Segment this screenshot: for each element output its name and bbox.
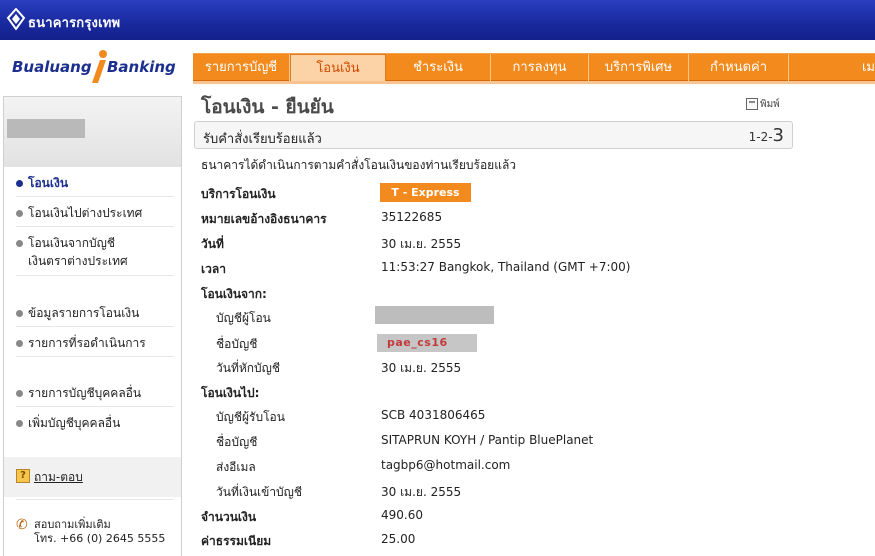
section-to: โอนเงินไป: xyxy=(0,382,875,402)
masked-username xyxy=(7,119,85,138)
printer-icon xyxy=(746,98,758,110)
from-name-label: ชื่อบัญชี xyxy=(216,337,258,351)
date-value: 30 เม.ย. 2555 xyxy=(381,237,462,251)
fee-label: ค่าธรรมเนียม xyxy=(201,534,272,548)
confirmation-message: ธนาคารได้ดำเนินการตามคำสั่งโอนเงินของท่า… xyxy=(201,158,517,172)
brand-right: Banking xyxy=(107,58,176,76)
masked-from-name: pae_cs16 xyxy=(377,334,477,352)
brand-left: Bualuang xyxy=(12,58,92,76)
email-label: ส่งอีเมล xyxy=(216,460,256,474)
status-bar: รับคำสั่งเรียบร้อยแล้ว 1-2-3 xyxy=(194,121,793,149)
detail-row-fee: ค่าธรรมเนียม 25.00 xyxy=(0,530,875,550)
email-value: tagbp6@hotmail.com xyxy=(381,458,511,472)
to-account-value: SCB 4031806465 xyxy=(381,408,486,422)
detail-row-time: เวลา 11:53:27 Bangkok, Thailand (GMT +7:… xyxy=(0,258,875,278)
detail-row-credit-date: วันที่เงินเข้าบัญชี 30 เม.ย. 2555 xyxy=(0,481,875,501)
bank-logo-icon xyxy=(6,8,26,30)
detail-row-to-account: บัญชีผู้รับโอน SCB 4031806465 xyxy=(0,406,875,426)
reference-label: หมายเลขอ้างอิงธนาคาร xyxy=(201,212,327,226)
masked-from-account xyxy=(375,306,494,324)
debit-date-label: วันที่หักบัญชี xyxy=(216,361,281,375)
print-button[interactable]: พิมพ์ xyxy=(746,97,780,112)
amount-value: 490.60 xyxy=(381,508,423,522)
tab-accounts[interactable]: รายการบัญชี xyxy=(193,54,290,81)
tab-payment[interactable]: ชำระเงิน xyxy=(386,54,491,81)
time-value: 11:53:27 Bangkok, Thailand (GMT +7:00) xyxy=(381,260,631,274)
bank-name: ธนาคารกรุงเทพ xyxy=(28,16,121,31)
detail-row-date: วันที่ 30 เม.ย. 2555 xyxy=(0,233,875,253)
status-label: รับคำสั่งเรียบร้อยแล้ว xyxy=(203,132,322,147)
tab-investment[interactable]: การลงทุน xyxy=(491,54,589,81)
current-step: 3 xyxy=(772,125,784,146)
detail-row-amount: จำนวนเงิน 490.60 xyxy=(0,506,875,526)
section-from: โอนเงินจาก: xyxy=(0,283,875,303)
date-label: วันที่ xyxy=(201,237,224,251)
tab-special-services[interactable]: บริการพิเศษ xyxy=(589,54,689,81)
detail-row-reference: หมายเลขอ้างอิงธนาคาร 35122685 xyxy=(0,208,875,228)
from-name-value: pae_cs16 xyxy=(387,336,448,349)
service-label: บริการโอนเงิน xyxy=(201,187,276,201)
detail-row-debit-date: วันที่หักบัญชี 30 เม.ย. 2555 xyxy=(0,357,875,377)
tab-settings[interactable]: กำหนดค่า xyxy=(689,54,789,81)
time-label: เวลา xyxy=(201,262,226,276)
credit-date-label: วันที่เงินเข้าบัญชี xyxy=(216,485,303,499)
print-label: พิมพ์ xyxy=(760,99,780,110)
detail-row-to-name: ชื่อบัญชี SITAPRUN KOYH / Pantip BluePla… xyxy=(0,431,875,451)
from-account-label: บัญชีผู้โอน xyxy=(216,311,271,325)
to-account-label: บัญชีผู้รับโอน xyxy=(216,410,285,424)
credit-date-value: 30 เม.ย. 2555 xyxy=(381,485,462,499)
page-title: โอนเงิน - ยืนยัน xyxy=(201,96,334,118)
to-section-label: โอนเงินไป: xyxy=(201,386,260,400)
nav-underline xyxy=(193,81,875,84)
tab-transfer[interactable]: โอนเงิน xyxy=(290,54,386,81)
bank-header: ธนาคารกรุงเทพ xyxy=(0,0,875,40)
bualuang-ibanking-logo[interactable]: Bualuang Banking xyxy=(10,49,180,89)
to-name-label: ชื่อบัญชี xyxy=(216,435,258,449)
to-name-value: SITAPRUN KOYH / Pantip BluePlanet xyxy=(381,433,594,447)
service-badge: T - Express xyxy=(380,183,471,202)
main-nav: รายการบัญชี โอนเงิน ชำระเงิน การลงทุน บร… xyxy=(193,53,875,81)
fee-value: 25.00 xyxy=(381,532,416,546)
tab-more[interactable]: เม xyxy=(789,54,875,81)
reference-value: 35122685 xyxy=(381,210,443,224)
detail-row-email: ส่งอีเมล tagbp6@hotmail.com xyxy=(0,456,875,476)
from-section-label: โอนเงินจาก: xyxy=(201,287,267,301)
debit-date-value: 30 เม.ย. 2555 xyxy=(381,361,462,375)
step-indicator: 1-2-3 xyxy=(748,125,784,146)
amount-label: จำนวนเงิน xyxy=(201,510,257,524)
